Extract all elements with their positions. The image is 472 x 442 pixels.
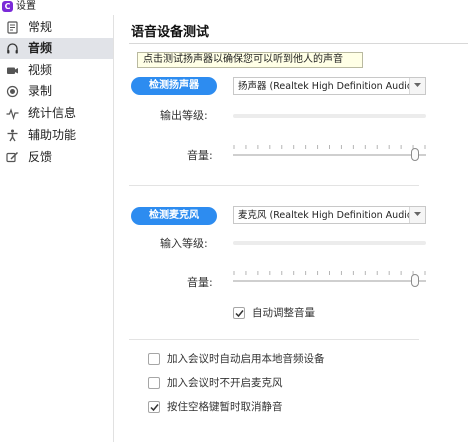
sidebar-item-general[interactable]: 常规 [0, 17, 113, 38]
section-divider [129, 339, 419, 340]
output-level-meter [233, 114, 426, 118]
sidebar-item-video[interactable]: 视频 [0, 60, 113, 81]
headphones-icon [7, 43, 18, 54]
speaker-volume-label: 音量: [187, 149, 213, 162]
sidebar-item-statistics[interactable]: 统计信息 [0, 103, 113, 124]
input-level-label: 输入等级: [160, 237, 208, 250]
auto-adjust-volume-checkbox[interactable] [233, 307, 245, 319]
microphone-device-value: 麦克风 (Realtek High Definition Audio) [238, 210, 417, 221]
auto-join-audio-checkbox[interactable] [148, 353, 160, 365]
push-to-talk-checkbox[interactable] [148, 401, 160, 413]
test-speaker-button[interactable]: 检测扬声器 [131, 77, 217, 95]
accessibility-icon [7, 129, 18, 142]
speaker-device-value: 扬声器 (Realtek High Definition Audio) [238, 81, 417, 92]
settings-icon [7, 21, 18, 34]
sidebar-item-audio[interactable]: 音频 [0, 38, 113, 59]
slider-thumb[interactable] [410, 148, 419, 161]
sidebar-item-feedback[interactable]: 反馈 [0, 147, 113, 168]
mute-mic-on-join-label: 加入会议时不开启麦克风 [167, 377, 283, 389]
mute-mic-on-join-checkbox[interactable] [148, 377, 160, 389]
statistics-icon [6, 108, 19, 120]
auto-join-audio-label: 加入会议时自动启用本地音频设备 [167, 353, 325, 365]
sidebar-item-label: 常规 [28, 20, 53, 34]
page-title: 语音设备测试 [131, 25, 210, 40]
chevron-down-icon[interactable] [409, 78, 425, 94]
app-logo-icon: C [2, 1, 13, 12]
speaker-test-tooltip: 点击测试扬声器以确保您可以听到他人的声音 [137, 52, 363, 68]
title-divider [129, 43, 468, 44]
video-camera-icon [7, 67, 18, 74]
sidebar-item-recording[interactable]: 录制 [0, 81, 113, 102]
checkmark-icon [235, 310, 244, 318]
sidebar-item-accessibility[interactable]: 辅助功能 [0, 125, 113, 146]
slider-ticks [233, 271, 426, 275]
section-divider [129, 185, 419, 186]
sidebar-item-label: 视频 [28, 63, 53, 77]
settings-sidebar: 常规 音频 视频 录制 统计信息 辅助功能 反馈 [0, 15, 114, 442]
slider-thumb[interactable] [410, 274, 419, 287]
microphone-device-select[interactable]: 麦克风 (Realtek High Definition Audio) [233, 206, 426, 224]
microphone-volume-label: 音量: [187, 276, 213, 289]
speaker-device-select[interactable]: 扬声器 (Realtek High Definition Audio) [233, 77, 426, 95]
output-level-label: 输出等级: [160, 109, 208, 122]
audio-settings-panel: 语音设备测试 检测扬声器 扬声器 (Realtek High Definitio… [115, 15, 472, 442]
speaker-volume-slider[interactable] [233, 145, 426, 163]
record-icon [6, 85, 19, 98]
feedback-icon [6, 151, 19, 163]
sidebar-item-label: 辅助功能 [28, 128, 77, 142]
slider-track [233, 280, 426, 282]
checkmark-icon [150, 404, 159, 412]
slider-track [233, 154, 426, 156]
input-level-meter [233, 241, 426, 245]
push-to-talk-label: 按住空格键暂时取消静音 [167, 401, 283, 413]
sidebar-item-label: 统计信息 [28, 106, 77, 120]
slider-ticks [233, 145, 426, 149]
microphone-volume-slider[interactable] [233, 271, 426, 289]
sidebar-item-label: 录制 [28, 84, 53, 98]
auto-adjust-volume-label: 自动调整音量 [252, 307, 315, 319]
title-bar: C 设置 [0, 0, 472, 15]
test-microphone-button[interactable]: 检测麦克风 [131, 207, 217, 225]
sidebar-item-label: 反馈 [28, 150, 53, 164]
chevron-down-icon[interactable] [409, 207, 425, 223]
window-title: 设置 [16, 1, 36, 12]
sidebar-item-label: 音频 [28, 41, 53, 55]
